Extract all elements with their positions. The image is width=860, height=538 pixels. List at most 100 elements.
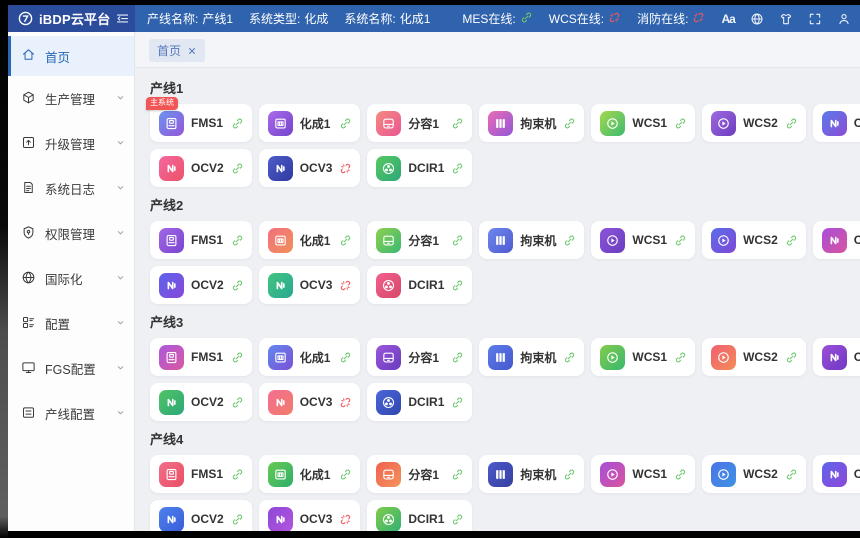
link-icon[interactable] — [451, 234, 464, 247]
app-card[interactable]: 分容1 — [367, 455, 472, 493]
link-icon[interactable] — [785, 351, 798, 364]
font-size-icon[interactable]: Aa — [721, 12, 734, 26]
app-card[interactable]: WCS2 — [702, 104, 806, 142]
app-card[interactable]: OCV1 — [813, 221, 860, 259]
sidebar-item-config[interactable]: 配置 — [8, 301, 134, 346]
link-icon[interactable] — [674, 468, 687, 481]
app-card[interactable]: OCV2 — [150, 266, 252, 304]
language-icon[interactable] — [750, 12, 764, 26]
link-icon[interactable] — [451, 162, 464, 175]
app-card[interactable]: WCS1 — [591, 338, 695, 376]
link-icon[interactable] — [231, 117, 244, 130]
link-icon[interactable] — [674, 351, 687, 364]
dcir-icon — [376, 156, 401, 181]
app-card[interactable]: DCIR1 — [367, 149, 472, 187]
app-card[interactable]: 拘束机 — [479, 338, 584, 376]
app-card[interactable]: OCV1 — [813, 338, 860, 376]
link-broken-icon[interactable] — [339, 279, 352, 292]
link-icon[interactable] — [231, 279, 244, 292]
link-icon[interactable] — [563, 351, 576, 364]
app-card[interactable]: OCV3 — [259, 149, 361, 187]
fullscreen-icon[interactable] — [808, 12, 822, 26]
link-broken-icon[interactable] — [339, 162, 352, 175]
user-icon[interactable] — [837, 12, 851, 26]
app-card[interactable]: FMS1 — [150, 338, 252, 376]
link-icon[interactable] — [231, 513, 244, 526]
app-card[interactable]: WCS1 — [591, 221, 695, 259]
sidebar-item-home[interactable]: 首页 — [8, 36, 134, 76]
app-card[interactable]: OCV3 — [259, 500, 361, 531]
link-broken-icon[interactable] — [339, 396, 352, 409]
ocv-icon — [822, 111, 847, 136]
sidebar-item-fgs[interactable]: FGS配置 — [8, 346, 134, 391]
link-icon[interactable] — [231, 396, 244, 409]
link-icon[interactable] — [231, 162, 244, 175]
link-icon[interactable] — [339, 117, 352, 130]
link-icon[interactable] — [231, 468, 244, 481]
status-group: MES在线:WCS在线:消防在线: — [462, 10, 705, 27]
menu-fold-icon[interactable] — [115, 11, 130, 26]
app-card[interactable]: WCS1 — [591, 455, 695, 493]
app-card[interactable]: OCV1 — [813, 104, 860, 142]
app-card[interactable]: WCS1 — [591, 104, 695, 142]
app-card[interactable]: OCV2 — [150, 500, 252, 531]
app-card[interactable]: WCS2 — [702, 221, 806, 259]
app-card[interactable]: FMS1 — [150, 221, 252, 259]
sidebar-item-globe[interactable]: 国际化 — [8, 256, 134, 301]
app-card[interactable]: DCIR1 — [367, 266, 472, 304]
sidebar-item-permission[interactable]: 权限管理 — [8, 211, 134, 256]
menu-fold-icon[interactable] — [115, 11, 130, 26]
link-icon[interactable] — [674, 117, 687, 130]
link-icon[interactable] — [563, 117, 576, 130]
app-card[interactable]: 化成1 — [259, 338, 361, 376]
close-icon[interactable] — [187, 46, 197, 56]
link-icon[interactable] — [674, 234, 687, 247]
app-card[interactable]: 拘束机 — [479, 221, 584, 259]
app-card[interactable]: FMS1 — [150, 455, 252, 493]
link-icon[interactable] — [451, 513, 464, 526]
app-card[interactable]: OCV3 — [259, 266, 361, 304]
link-icon[interactable] — [785, 117, 798, 130]
app-card[interactable]: WCS2 — [702, 455, 806, 493]
link-icon[interactable] — [339, 351, 352, 364]
sidebar-item-log[interactable]: 系统日志 — [8, 166, 134, 211]
sidebar-item-line-config[interactable]: 产线配置 — [8, 391, 134, 436]
app-card[interactable]: 分容1 — [367, 338, 472, 376]
app-card[interactable]: 分容1 — [367, 221, 472, 259]
app-card[interactable]: 拘束机 — [479, 455, 584, 493]
link-icon[interactable] — [231, 234, 244, 247]
link-icon[interactable] — [451, 351, 464, 364]
link-icon[interactable] — [231, 351, 244, 364]
app-card[interactable]: OCV2 — [150, 383, 252, 421]
link-icon[interactable] — [451, 117, 464, 130]
app-card[interactable]: 主系统FMS1 — [150, 104, 252, 142]
link-icon[interactable] — [339, 468, 352, 481]
app-card[interactable]: OCV3 — [259, 383, 361, 421]
app-card[interactable]: DCIR1 — [367, 500, 472, 531]
link-icon[interactable] — [451, 279, 464, 292]
app-card[interactable]: DCIR1 — [367, 383, 472, 421]
link-icon[interactable] — [563, 234, 576, 247]
app-card[interactable]: OCV1 — [813, 455, 860, 493]
link-broken-icon[interactable] — [339, 513, 352, 526]
tab-home[interactable]: 首页 — [149, 39, 205, 62]
app-card[interactable]: 分容1 — [367, 104, 472, 142]
link-icon[interactable] — [451, 468, 464, 481]
app-card[interactable]: 化成1 — [259, 221, 361, 259]
link-icon[interactable] — [785, 234, 798, 247]
close-icon[interactable] — [187, 46, 197, 56]
app-card[interactable]: WCS2 — [702, 338, 806, 376]
app-card[interactable]: 化成1 — [259, 455, 361, 493]
link-icon — [451, 351, 464, 364]
theme-icon[interactable] — [779, 12, 793, 26]
app-card[interactable]: 拘束机 — [479, 104, 584, 142]
app-card[interactable]: OCV2 — [150, 149, 252, 187]
sidebar-item-production[interactable]: 生产管理 — [8, 76, 134, 121]
link-icon — [339, 351, 352, 364]
link-icon[interactable] — [785, 468, 798, 481]
link-icon[interactable] — [451, 396, 464, 409]
sidebar-item-upgrade[interactable]: 升级管理 — [8, 121, 134, 166]
app-card[interactable]: 化成1 — [259, 104, 361, 142]
link-icon[interactable] — [339, 234, 352, 247]
link-icon[interactable] — [563, 468, 576, 481]
